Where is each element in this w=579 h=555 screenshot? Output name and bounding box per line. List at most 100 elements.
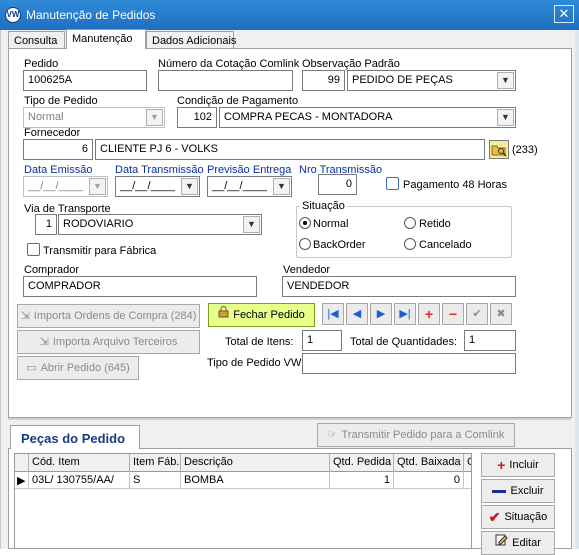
- condicao-pagamento-select[interactable]: COMPRA PECAS - MONTADORA ▼: [219, 107, 516, 128]
- data-transmissao-input[interactable]: __/__/____ ▼: [115, 176, 200, 197]
- abrir-pedido-button[interactable]: ▭ Abrir Pedido (645): [17, 356, 139, 380]
- minus-icon: [492, 489, 507, 493]
- total-itens-input: 1: [302, 330, 342, 351]
- chevron-down-icon[interactable]: ▼: [497, 72, 514, 89]
- situacao-normal-label: Normal: [313, 218, 349, 230]
- abrir-pedido-label: Abrir Pedido (645): [40, 362, 130, 374]
- total-quantidades-input: 1: [464, 330, 516, 351]
- incluir-label: Incluir: [509, 459, 539, 471]
- tab-manutencao[interactable]: Manutenção: [66, 29, 146, 49]
- previsao-entrega-label: Previsão Entrega: [207, 164, 292, 176]
- grid-header-descricao[interactable]: Descrição: [181, 454, 330, 472]
- pecas-grid[interactable]: Cód. Item Item Fáb. Descrição Qtd. Pedid…: [14, 453, 472, 549]
- last-record-button[interactable]: ▶|: [394, 303, 416, 325]
- import-icon: ⇲: [20, 310, 30, 323]
- confirm-button[interactable]: ✔: [466, 303, 488, 325]
- situacao-button-label: Situação: [504, 511, 548, 523]
- observacao-code-input[interactable]: 99: [302, 70, 345, 91]
- numero-cotacao-input[interactable]: [158, 70, 293, 91]
- importa-ordens-label: Importa Ordens de Compra (284): [33, 310, 197, 322]
- observacao-select[interactable]: PEDIDO DE PEÇAS ▼: [347, 70, 516, 91]
- prev-record-button[interactable]: ◀: [346, 303, 368, 325]
- chevron-down-icon[interactable]: ▼: [243, 216, 260, 233]
- title-bar: VW Manutenção de Pedidos ✕: [0, 0, 579, 30]
- situacao-cancelado-radio[interactable]: [404, 238, 416, 250]
- tab-dados-adicionais[interactable]: Dados Adicionais: [146, 31, 236, 49]
- remove-record-button[interactable]: −: [442, 303, 464, 325]
- transmitir-comlink-button[interactable]: ☞ Transmitir Pedido para a Comlink: [317, 423, 515, 447]
- fornecedor-code-input[interactable]: 6: [23, 139, 93, 160]
- cancel-button[interactable]: ✖: [490, 303, 512, 325]
- fechar-pedido-button[interactable]: Fechar Pedido: [208, 303, 315, 327]
- grid-header-qtd-pedida[interactable]: Qtd. Pedida: [330, 454, 394, 472]
- cell-descricao[interactable]: BOMBA: [181, 472, 330, 489]
- situacao-backorder-label: BackOrder: [313, 239, 366, 251]
- vendedor-input[interactable]: VENDEDOR: [282, 276, 516, 297]
- next-record-button[interactable]: ▶: [370, 303, 392, 325]
- fornecedor-label: Fornecedor: [24, 127, 81, 139]
- importa-arquivo-button[interactable]: ⇲ Importa Arquivo Terceiros: [17, 330, 200, 354]
- grid-header-qtd-baixada[interactable]: Qtd. Baixada: [394, 454, 464, 472]
- window-edge: [575, 30, 579, 549]
- checkmark-icon: ✔: [488, 509, 501, 526]
- tab-consulta[interactable]: Consulta: [8, 31, 65, 49]
- situacao-button[interactable]: ✔ Situação: [481, 505, 555, 529]
- previsao-entrega-input[interactable]: __/__/____ ▼: [207, 176, 292, 197]
- situacao-normal-radio[interactable]: [299, 217, 311, 229]
- excluir-button[interactable]: Excluir: [481, 479, 555, 503]
- document-icon: ▭: [26, 362, 37, 375]
- pecas-tab[interactable]: Peças do Pedido: [10, 425, 140, 449]
- window-title: Manutenção de Pedidos: [26, 8, 156, 22]
- close-button[interactable]: ✕: [554, 5, 574, 23]
- transmitir-fabrica-label: Transmitir para Fábrica: [43, 245, 157, 257]
- cell-item-fab[interactable]: S: [130, 472, 181, 489]
- total-itens-label: Total de Itens:: [225, 336, 294, 348]
- total-quantidades-label: Total de Quantidades:: [350, 336, 458, 348]
- chevron-down-icon[interactable]: ▼: [273, 178, 290, 195]
- grid-header-item-fab[interactable]: Item Fáb.: [130, 454, 181, 472]
- condicao-code-input[interactable]: 102: [177, 107, 217, 128]
- fechar-pedido-label: Fechar Pedido: [233, 309, 305, 321]
- editar-button[interactable]: Editar: [481, 531, 555, 555]
- via-transporte-select[interactable]: RODOVIARIO ▼: [58, 214, 262, 235]
- fornecedor-name-input[interactable]: CLIENTE PJ 6 - VOLKS: [95, 139, 485, 160]
- import-icon: ⇲: [39, 336, 49, 349]
- cell-qtd-baixada[interactable]: 0: [394, 472, 464, 489]
- chevron-down-icon[interactable]: ▼: [497, 109, 514, 126]
- situacao-retido-radio[interactable]: [404, 217, 416, 229]
- situacao-retido-label: Retido: [419, 218, 451, 230]
- via-transporte-code-input[interactable]: 1: [35, 214, 57, 235]
- transmitir-fabrica-checkbox[interactable]: [27, 243, 40, 256]
- tipo-pedido-label: Tipo de Pedido: [24, 95, 98, 107]
- lock-icon: [218, 304, 229, 326]
- first-record-button[interactable]: |◀: [322, 303, 344, 325]
- grid-header-cod-item[interactable]: Cód. Item: [29, 454, 130, 472]
- pedido-input[interactable]: 100625A: [23, 70, 147, 91]
- cell-cod-item[interactable]: 03L/ 130755/AA/: [29, 472, 130, 489]
- data-emissao-input[interactable]: __/__/____ ▼: [23, 176, 108, 197]
- nro-transmissao-input[interactable]: 0: [318, 174, 357, 195]
- previsao-entrega-value: __/__/____: [212, 180, 268, 192]
- row-marker-icon: ▶: [15, 472, 29, 489]
- pagamento48-checkbox[interactable]: [386, 177, 399, 190]
- incluir-button[interactable]: + Incluir: [481, 453, 555, 477]
- transmit-icon: ☞: [327, 429, 338, 442]
- tipo-pedido-vw-input[interactable]: [302, 353, 516, 374]
- data-transmissao-label: Data Transmissão: [115, 164, 204, 176]
- tipo-pedido-vw-label: Tipo de Pedido VW: [207, 357, 302, 369]
- data-emissao-value: __/__/____: [28, 180, 84, 192]
- excluir-label: Excluir: [510, 485, 544, 497]
- add-record-button[interactable]: +: [418, 303, 440, 325]
- cell-qtd-pedida[interactable]: 1: [330, 472, 394, 489]
- chevron-down-icon: ▼: [146, 109, 163, 126]
- chevron-down-icon[interactable]: ▼: [181, 178, 198, 195]
- situacao-backorder-radio[interactable]: [299, 238, 311, 250]
- grid-header-c[interactable]: C: [464, 454, 471, 472]
- data-transmissao-value: __/__/____: [120, 180, 176, 192]
- comprador-label: Comprador: [24, 264, 80, 276]
- cell-c[interactable]: [464, 472, 471, 489]
- folder-search-icon[interactable]: [489, 140, 509, 159]
- transmitir-comlink-label: Transmitir Pedido para a Comlink: [341, 429, 505, 441]
- comprador-input[interactable]: COMPRADOR: [23, 276, 257, 297]
- importa-ordens-button[interactable]: ⇲ Importa Ordens de Compra (284): [17, 304, 200, 328]
